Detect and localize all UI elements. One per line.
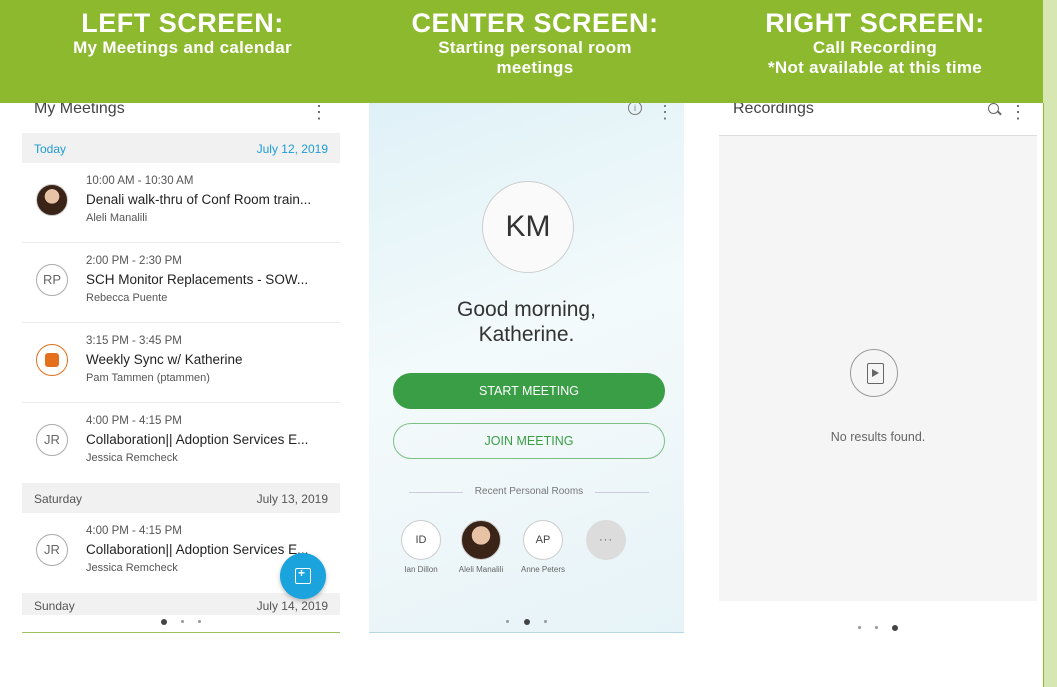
day-date: July 13, 2019 [256, 492, 328, 506]
day-date: July 12, 2019 [256, 142, 328, 156]
header-center: CENTER SCREEN: Starting personal room me… [370, 0, 700, 78]
page-dot [160, 618, 167, 625]
avatar: RP [36, 264, 68, 296]
greeting-line-2: Katherine. [478, 323, 575, 346]
meeting-host: Jessica Remcheck [86, 562, 178, 574]
right-rail-divider [1043, 103, 1044, 687]
recent-room[interactable]: ID Ian Dillon [391, 520, 451, 574]
header-right-subtitle-2: *Not available at this time [767, 58, 983, 77]
day-date: July 14, 2019 [256, 599, 328, 613]
info-icon[interactable]: i [628, 103, 642, 115]
page-dot [506, 620, 510, 624]
recent-room[interactable]: Aleli Manalili [451, 520, 511, 574]
meeting-title: Collaboration|| Adoption Services E... [86, 542, 309, 557]
join-meeting-button[interactable]: JOIN MEETING [393, 423, 665, 459]
meeting-item[interactable]: JR 4:00 PM - 4:15 PM Collaboration|| Ado… [22, 403, 340, 483]
meeting-host: Jessica Remcheck [86, 452, 178, 464]
search-icon[interactable] [988, 103, 999, 114]
meeting-time: 10:00 AM - 10:30 AM [86, 175, 194, 187]
meeting-item[interactable]: 3:15 PM - 3:45 PM Weekly Sync w/ Katheri… [22, 323, 340, 403]
meeting-title: Collaboration|| Adoption Services E... [86, 432, 309, 447]
meeting-title: SCH Monitor Replacements - SOW... [86, 272, 309, 287]
meeting-item[interactable]: RP 2:00 PM - 2:30 PM SCH Monitor Replace… [22, 243, 340, 323]
header-center-subtitle-2: meetings [496, 58, 574, 77]
user-avatar: KM [482, 181, 574, 273]
room-avatar: ID [401, 520, 441, 560]
room-name: Anne Peters [520, 565, 566, 574]
header-right-subtitle-1: Call Recording [812, 38, 938, 57]
meeting-host: Pam Tammen (ptammen) [86, 372, 210, 384]
header-center-subtitle-1: Starting personal room [438, 38, 632, 57]
more-icon: ··· [586, 520, 626, 560]
day-header-today: Today July 12, 2019 [22, 133, 340, 163]
page-indicator [22, 613, 340, 631]
more-options-icon[interactable]: ⋮ [656, 103, 674, 121]
recordings-title: Recordings [733, 103, 814, 117]
header-right-title: RIGHT SCREEN: [765, 8, 985, 38]
meeting-time: 4:00 PM - 4:15 PM [86, 525, 182, 537]
link-icon [36, 344, 68, 376]
day-label: Saturday [34, 492, 83, 506]
header-left: LEFT SCREEN: My Meetings and calendar [0, 0, 365, 58]
day-header-saturday: Saturday July 13, 2019 [22, 483, 340, 513]
page-dot [892, 624, 899, 631]
schedule-meeting-button[interactable] [280, 553, 326, 599]
page-dot [181, 620, 184, 624]
meeting-host: Aleli Manalili [86, 212, 148, 224]
page-dot [523, 618, 530, 625]
day-label: Sunday [34, 599, 75, 613]
page-indicator [719, 619, 1037, 637]
header-right: RIGHT SCREEN: Call Recording *Not availa… [710, 0, 1040, 78]
avatar: JR [36, 424, 68, 456]
page-dot [198, 620, 202, 624]
header-banner: LEFT SCREEN: My Meetings and calendar CE… [0, 0, 1043, 103]
start-meeting-button[interactable]: START MEETING [393, 373, 665, 409]
page-indicator [369, 613, 684, 631]
personal-room-screen: i ⋮ KM Good morning, Katherine. START ME… [369, 103, 684, 633]
more-rooms-button[interactable]: ··· [576, 520, 636, 560]
my-meetings-appbar: My Meetings ⋮ [22, 103, 340, 133]
meeting-time: 3:15 PM - 3:45 PM [86, 335, 182, 347]
recordings-footer [719, 601, 1037, 643]
meeting-item[interactable]: 10:00 AM - 10:30 AM Denali walk-thru of … [22, 163, 340, 243]
header-center-title: CENTER SCREEN: [411, 8, 659, 38]
room-avatar: AP [523, 520, 563, 560]
meeting-time: 2:00 PM - 2:30 PM [86, 255, 182, 267]
my-meetings-title: My Meetings [34, 103, 125, 117]
page-dot [543, 620, 547, 624]
more-options-icon[interactable]: ⋮ [1009, 103, 1027, 121]
empty-state-text: No results found. [830, 430, 926, 444]
meeting-host: Rebecca Puente [86, 292, 168, 304]
page-dot [875, 626, 878, 630]
recording-file-icon [850, 349, 898, 397]
room-avatar [461, 520, 501, 560]
meeting-time: 4:00 PM - 4:15 PM [86, 415, 182, 427]
recent-room[interactable]: AP Anne Peters [513, 520, 573, 574]
avatar [36, 184, 68, 216]
room-name: Ian Dillon [404, 565, 438, 574]
right-rail [1043, 0, 1057, 687]
room-name: Aleli Manalili [458, 565, 504, 574]
header-left-subtitle: My Meetings and calendar [73, 38, 292, 57]
more-options-icon[interactable]: ⋮ [310, 103, 328, 121]
my-meetings-screen: My Meetings ⋮ Today July 12, 2019 10:00 … [22, 103, 340, 633]
avatar: JR [36, 534, 68, 566]
meeting-title: Weekly Sync w/ Katherine [86, 352, 243, 367]
page-dot [857, 626, 861, 630]
recent-rooms-label: Recent Personal Rooms [409, 486, 649, 497]
recordings-appbar: Recordings ⋮ [719, 103, 1037, 136]
day-label: Today [34, 142, 67, 156]
header-left-title: LEFT SCREEN: [81, 8, 284, 38]
meeting-title: Denali walk-thru of Conf Room train... [86, 192, 312, 207]
greeting-line-1: Good morning, [457, 298, 596, 321]
recordings-screen: Recordings ⋮ No results found. [719, 103, 1037, 643]
